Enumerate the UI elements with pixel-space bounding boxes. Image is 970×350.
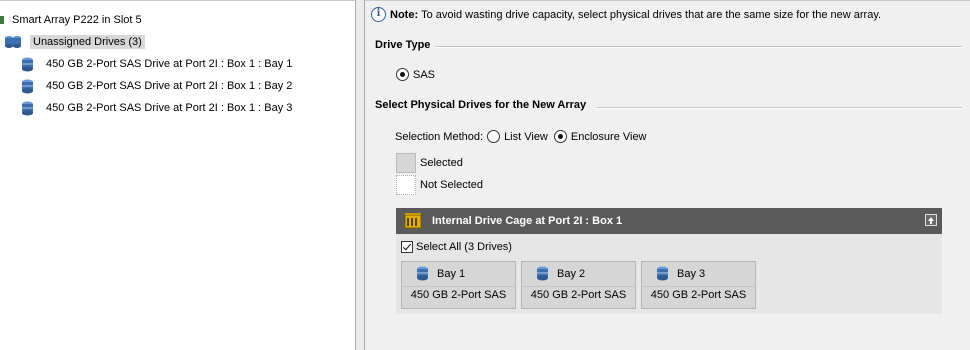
select-all-checkbox[interactable]: Select All (3 Drives) [401, 241, 512, 253]
drive-type-option-label: SAS [413, 68, 436, 81]
drive-type-heading: Drive Type [375, 39, 431, 51]
bay-capacity: 450 GB 2-Port SAS [410, 289, 507, 301]
bay-capacity: 450 GB 2-Port SAS [650, 289, 747, 301]
bay-divider [642, 286, 755, 287]
device-tree-pane: Smart Array P222 in Slot 5 Unassigned Dr… [0, 0, 355, 350]
tree-item-unassigned-drives[interactable]: Unassigned Drives (3) [4, 33, 145, 51]
drive-group-icon [5, 36, 21, 48]
list-view-label[interactable]: List View [504, 131, 548, 143]
physical-drive-icon [537, 266, 548, 281]
select-drives-heading: Select Physical Drives for the New Array [375, 99, 587, 111]
section-divider [435, 46, 962, 48]
note-prefix: Note: [390, 8, 419, 21]
drive-label: 450 GB 2-Port SAS Drive at Port 2I : Box… [46, 102, 293, 114]
new-array-pane: i Note: To avoid wasting drive capacity,… [365, 0, 970, 350]
bay-label: Bay 3 [677, 267, 706, 280]
select-all-label: Select All (3 Drives) [416, 241, 512, 253]
enclosure-view-radio[interactable] [553, 130, 567, 143]
enclosure-view-label[interactable]: Enclosure View [571, 131, 647, 143]
selection-method-label: Selection Method: [395, 130, 484, 143]
physical-drive-icon [22, 79, 33, 93]
controller-label: Smart Array P222 in Slot 5 [12, 14, 142, 26]
bay-label: Bay 1 [437, 267, 466, 280]
list-view-radio[interactable] [487, 130, 501, 143]
legend-not-selected-swatch [396, 175, 416, 195]
legend-not-selected-label: Not Selected [420, 179, 483, 191]
drive-label: 450 GB 2-Port SAS Drive at Port 2I : Box… [46, 80, 293, 92]
drive-type-sas-radio[interactable]: SAS [396, 68, 435, 81]
physical-drive-icon [657, 266, 668, 281]
drive-cage-header: Internal Drive Cage at Port 2I : Box 1 [396, 208, 942, 234]
collapse-icon[interactable] [925, 214, 937, 226]
selection-method-row: Selection Method: List View Enclosure Vi… [395, 130, 647, 143]
bay-label: Bay 2 [557, 267, 586, 280]
pane-splitter[interactable] [355, 0, 365, 350]
tree-item-drive-bay-2[interactable]: 450 GB 2-Port SAS Drive at Port 2I : Box… [21, 77, 292, 95]
physical-drive-icon [22, 101, 33, 115]
legend-selected-label: Selected [420, 157, 463, 169]
drive-cage-title: Internal Drive Cage at Port 2I : Box 1 [432, 215, 623, 227]
controller-icon [0, 16, 4, 24]
tree-item-controller[interactable]: Smart Array P222 in Slot 5 [0, 11, 142, 29]
bay-divider [402, 286, 515, 287]
drive-cage-icon [404, 213, 422, 229]
physical-drive-icon [417, 266, 428, 281]
bay-divider [522, 286, 635, 287]
legend-selected-swatch [396, 153, 416, 173]
checkbox[interactable] [401, 241, 413, 253]
unassigned-drives-label: Unassigned Drives (3) [30, 35, 145, 49]
note-text: To avoid wasting drive capacity, select … [421, 8, 882, 21]
drive-cage-panel: Internal Drive Cage at Port 2I : Box 1 S… [396, 208, 942, 314]
drive-label: 450 GB 2-Port SAS Drive at Port 2I : Box… [46, 58, 293, 70]
tree-item-drive-bay-1[interactable]: 450 GB 2-Port SAS Drive at Port 2I : Box… [21, 55, 292, 73]
drive-bay-2[interactable]: Bay 2 450 GB 2-Port SAS [521, 261, 636, 309]
splitter-line [355, 0, 356, 350]
section-divider [597, 107, 962, 109]
radio-button[interactable] [396, 68, 409, 81]
tree-item-drive-bay-3[interactable]: 450 GB 2-Port SAS Drive at Port 2I : Box… [21, 99, 292, 117]
drive-bay-3[interactable]: Bay 3 450 GB 2-Port SAS [641, 261, 756, 309]
drive-bay-1[interactable]: Bay 1 450 GB 2-Port SAS [401, 261, 516, 309]
info-icon: i [371, 7, 386, 22]
physical-drive-icon [22, 57, 33, 71]
bay-capacity: 450 GB 2-Port SAS [530, 289, 627, 301]
capacity-note: i Note: To avoid wasting drive capacity,… [371, 7, 881, 22]
